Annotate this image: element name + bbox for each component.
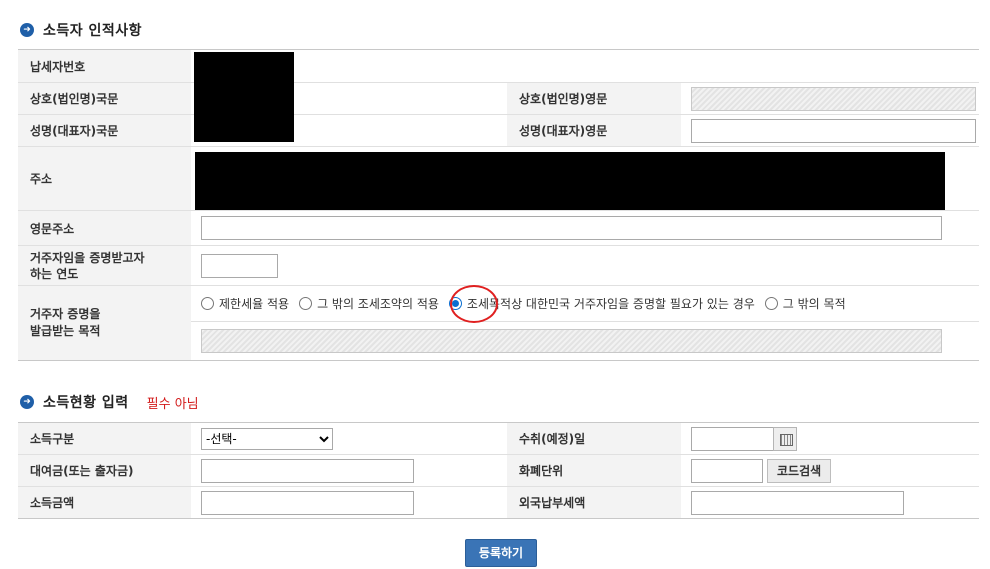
purpose-cell: 제한세율 적용 그 밖의 조세조약의 적용 조세목적상 대한민국 거주자임을 증… (191, 285, 979, 361)
purpose-option-other-treaty[interactable]: 그 밖의 조세조약의 적용 (299, 295, 439, 312)
year-label: 거주자임을 증명받고자 하는 연도 (18, 245, 191, 286)
section-income-status-header: ➜ 소득현황 입력 필수 아님 (20, 392, 199, 412)
arrow-right-icon: ➜ (20, 23, 34, 37)
foreign-tax-field[interactable] (691, 490, 904, 515)
receipt-date-field[interactable] (691, 426, 774, 451)
purpose-option-reduced-rate[interactable]: 제한세율 적용 (201, 295, 289, 312)
rep-en-label: 성명(대표자)영문 (507, 114, 681, 147)
redacted-block (194, 52, 294, 142)
loan-field[interactable] (201, 458, 414, 483)
purpose-other-field (201, 329, 942, 353)
year-label-line2: 하는 연도 (30, 266, 79, 281)
receipt-date-label: 수취(예정)일 (507, 422, 681, 455)
income-status-form: 소득구분 -선택- 수취(예정)일 대여금(또는 출자금) 화폐단위 코드검색 … (18, 422, 979, 519)
purpose-label: 거주자 증명을 발급받는 목적 (18, 285, 191, 361)
income-amount-label: 소득금액 (18, 486, 191, 519)
rep-en-field[interactable] (691, 118, 976, 143)
arrow-right-icon: ➜ (20, 395, 34, 409)
radio-button[interactable] (764, 297, 778, 310)
purpose-label-line1: 거주자 증명을 (30, 307, 101, 321)
year-label-line1: 거주자임을 증명받고자 (30, 250, 145, 265)
purpose-radio-group: 제한세율 적용 그 밖의 조세조약의 적용 조세목적상 대한민국 거주자임을 증… (191, 286, 979, 322)
income-amount-field[interactable] (201, 490, 414, 515)
purpose-label-line2: 발급받는 목적 (30, 324, 101, 338)
optional-note: 필수 아님 (146, 396, 199, 412)
code-search-button[interactable]: 코드검색 (767, 458, 832, 483)
currency-field[interactable] (691, 458, 763, 483)
address-en-field[interactable] (201, 216, 942, 240)
income-type-label: 소득구분 (18, 422, 191, 455)
radio-button[interactable] (201, 297, 214, 310)
section-title: 소득자 인적사항 (43, 23, 143, 39)
annotation-circle (450, 285, 498, 323)
company-en-field (691, 86, 976, 111)
loan-label: 대여금(또는 출자금) (18, 454, 191, 487)
tin-value (191, 49, 979, 83)
currency-label: 화폐단위 (507, 454, 681, 487)
section-title: 소득현황 입력 (43, 395, 129, 411)
calendar-icon[interactable] (773, 426, 797, 451)
rep-kr-label: 성명(대표자)국문 (18, 114, 191, 147)
income-type-select[interactable]: -선택- (201, 427, 333, 450)
radio-button[interactable] (299, 297, 313, 310)
company-kr-label: 상호(법인명)국문 (18, 82, 191, 115)
purpose-option-other[interactable]: 그 밖의 목적 (764, 295, 846, 312)
section-income-earner-header: ➜ 소득자 인적사항 (20, 20, 142, 40)
tin-label: 납세자번호 (18, 49, 191, 83)
redacted-address (195, 152, 945, 210)
address-en-label: 영문주소 (18, 210, 191, 246)
address-label: 주소 (18, 146, 191, 211)
company-en-label: 상호(법인명)영문 (507, 82, 681, 115)
submit-button[interactable]: 등록하기 (465, 539, 537, 567)
foreign-tax-label: 외국납부세액 (507, 486, 681, 519)
year-field[interactable] (201, 253, 278, 278)
